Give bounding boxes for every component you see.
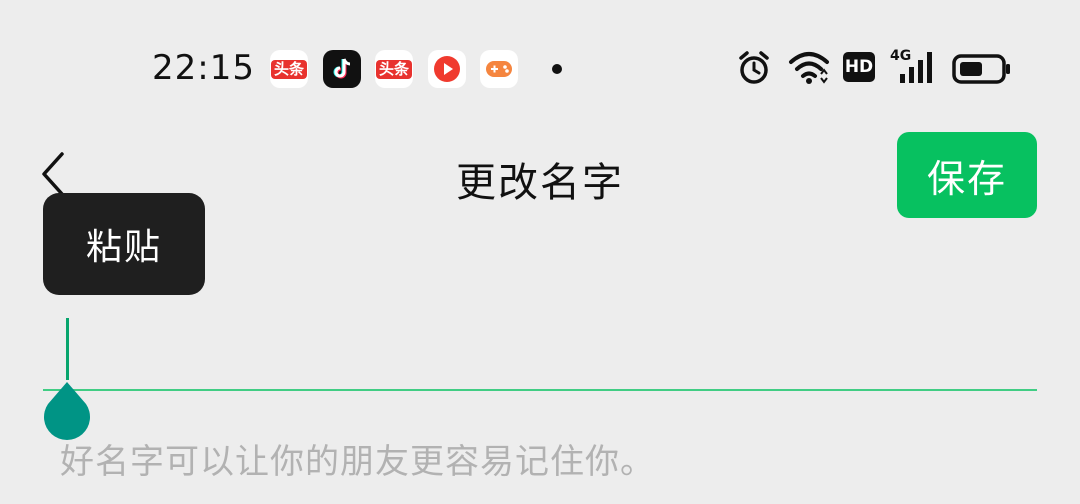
wifi-icon xyxy=(789,52,829,84)
status-time: 22:15 xyxy=(152,48,255,88)
hd-icon: HD xyxy=(843,52,875,82)
video-app-icon xyxy=(428,50,466,88)
name-input[interactable] xyxy=(43,318,1037,391)
toutiao-app-icon-2: 头条 xyxy=(375,50,413,88)
alarm-icon xyxy=(739,51,769,84)
status-bar: 22:15 头条 头条 HD 4G xyxy=(0,40,1080,100)
text-caret xyxy=(66,318,69,380)
douyin-app-icon xyxy=(323,50,361,88)
battery-icon xyxy=(952,54,1010,84)
save-button[interactable]: 保存 xyxy=(897,132,1037,218)
signal-4g-icon: 4G xyxy=(890,48,938,86)
paste-menu-button[interactable]: 粘贴 xyxy=(43,193,205,295)
input-underline xyxy=(43,389,1037,391)
game-app-icon xyxy=(480,50,518,88)
notification-dot xyxy=(552,64,562,74)
input-hint: 好名字可以让你的朋友更容易记住你。 xyxy=(60,442,655,482)
toutiao-app-icon: 头条 xyxy=(270,50,308,88)
